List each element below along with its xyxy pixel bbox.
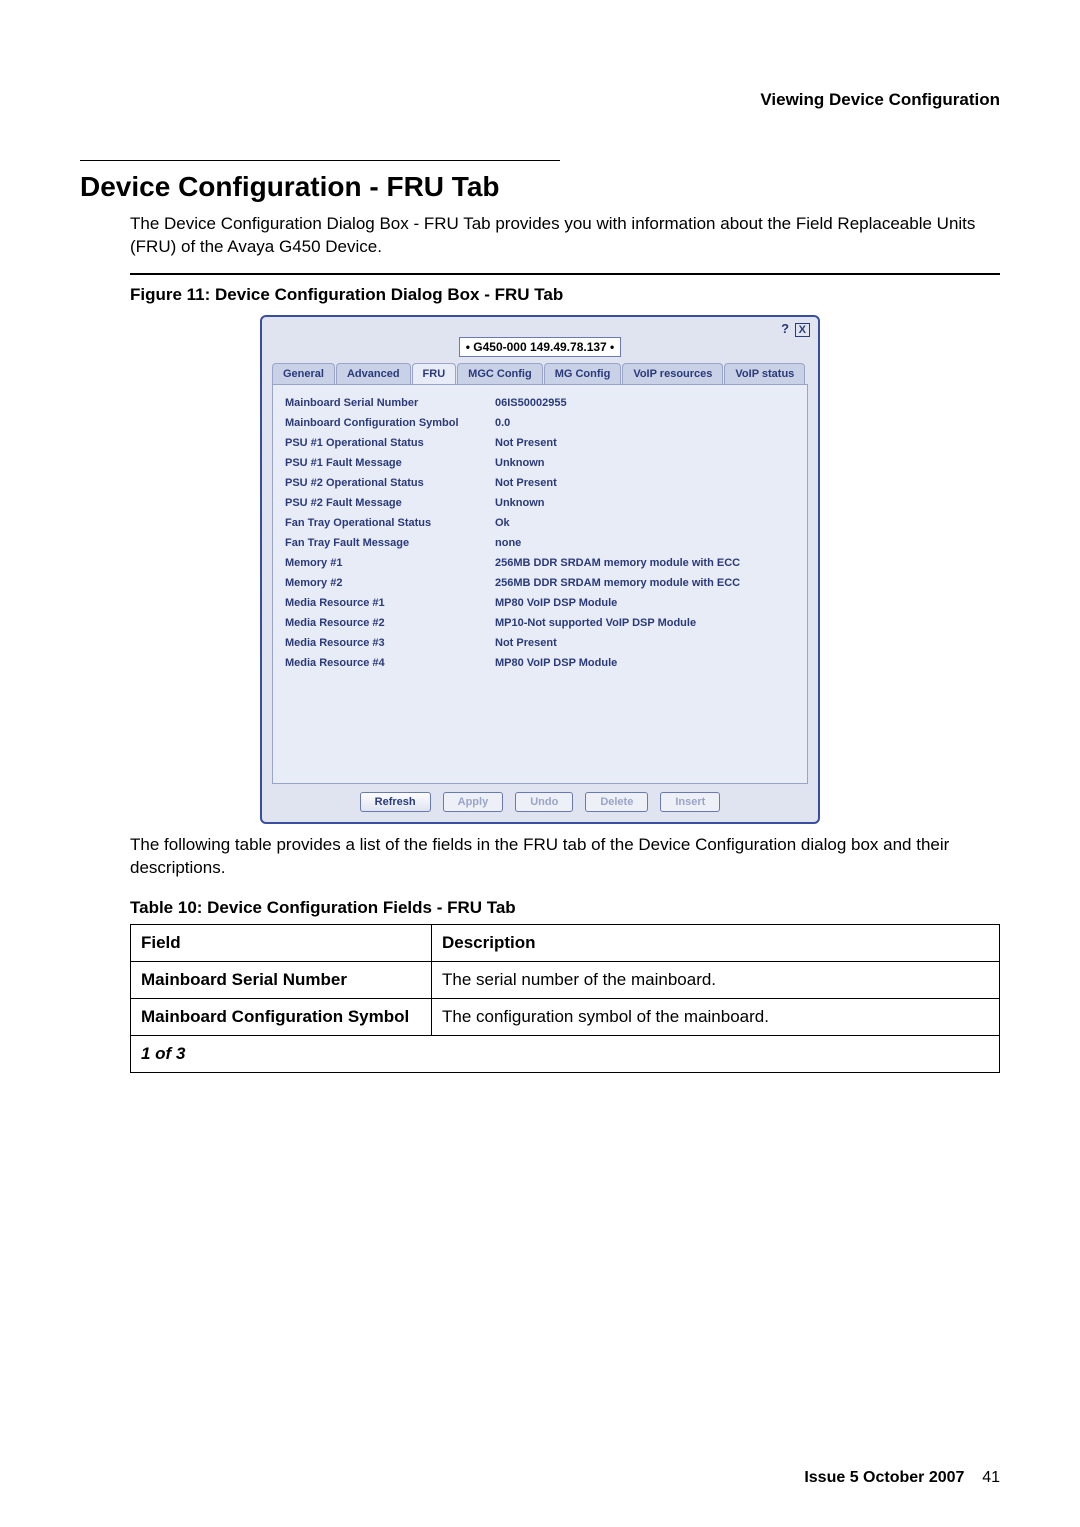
tab-mgc-config[interactable]: MGC Config [457,363,543,384]
footer-issue: Issue 5 October 2007 [804,1469,964,1486]
field-row: Memory #2256MB DDR SRDAM memory module w… [285,573,795,593]
dialog-screenshot: ? X • G450-000 149.49.78.137 • General A… [260,315,820,824]
cell-field: Mainboard Serial Number [131,961,432,998]
dialog-window: ? X • G450-000 149.49.78.137 • General A… [260,315,820,824]
field-row: PSU #1 Fault MessageUnknown [285,453,795,473]
apply-button[interactable]: Apply [443,792,504,812]
intro-paragraph: The Device Configuration Dialog Box - FR… [130,213,1000,259]
table-caption: Table 10: Device Configuration Fields - … [130,898,1000,918]
field-row: Fan Tray Fault Messagenone [285,533,795,553]
undo-button[interactable]: Undo [515,792,573,812]
rule-top [80,160,560,161]
tab-panel: Mainboard Serial Number06IS50002955 Main… [272,385,808,784]
tab-general[interactable]: General [272,363,335,384]
field-label: Media Resource #3 [285,637,495,649]
field-value: 0.0 [495,417,795,429]
insert-button[interactable]: Insert [660,792,720,812]
table-row: Mainboard Configuration Symbol The confi… [131,998,1000,1035]
fields-table: Field Description Mainboard Serial Numbe… [130,924,1000,1073]
field-row: Fan Tray Operational StatusOk [285,513,795,533]
field-value: 06IS50002955 [495,397,795,409]
table-row: Mainboard Serial Number The serial numbe… [131,961,1000,998]
after-figure-paragraph: The following table provides a list of t… [130,834,1000,880]
field-row: Mainboard Serial Number06IS50002955 [285,393,795,413]
field-label: Fan Tray Operational Status [285,517,495,529]
field-row: Media Resource #3Not Present [285,633,795,653]
cell-description: The serial number of the mainboard. [432,961,1000,998]
field-value: Ok [495,517,795,529]
refresh-button[interactable]: Refresh [360,792,431,812]
field-label: Memory #2 [285,577,495,589]
cell-description: The configuration symbol of the mainboar… [432,998,1000,1035]
help-icon[interactable]: ? [781,321,789,336]
field-row: Memory #1256MB DDR SRDAM memory module w… [285,553,795,573]
tab-mg-config[interactable]: MG Config [544,363,622,384]
close-icon[interactable]: X [795,323,810,337]
field-value: 256MB DDR SRDAM memory module with ECC [495,577,795,589]
table-header-row: Field Description [131,924,1000,961]
field-row: Media Resource #2MP10-Not supported VoIP… [285,613,795,633]
field-label: Media Resource #4 [285,657,495,669]
field-label: Mainboard Configuration Symbol [285,417,495,429]
field-value: Not Present [495,437,795,449]
field-label: PSU #1 Fault Message [285,457,495,469]
figure-caption: Figure 11: Device Configuration Dialog B… [130,285,1000,305]
field-value: Not Present [495,637,795,649]
field-value: MP10-Not supported VoIP DSP Module [495,617,795,629]
field-value: none [495,537,795,549]
dialog-title: • G450-000 149.49.78.137 • [459,337,622,357]
field-value: Unknown [495,497,795,509]
running-head: Viewing Device Configuration [760,90,1000,110]
tab-advanced[interactable]: Advanced [336,363,411,384]
th-description: Description [432,924,1000,961]
field-value: 256MB DDR SRDAM memory module with ECC [495,557,795,569]
tab-voip-status[interactable]: VoIP status [724,363,805,384]
field-row: PSU #2 Operational StatusNot Present [285,473,795,493]
field-label: PSU #2 Fault Message [285,497,495,509]
field-row: PSU #1 Operational StatusNot Present [285,433,795,453]
field-value: Unknown [495,457,795,469]
page-footer: Issue 5 October 2007 41 [804,1469,1000,1487]
tab-fru[interactable]: FRU [412,363,457,384]
field-value: Not Present [495,477,795,489]
th-field: Field [131,924,432,961]
section-title: Device Configuration - FRU Tab [80,171,1000,203]
field-label: PSU #2 Operational Status [285,477,495,489]
window-controls: ? X [781,321,810,337]
table-pager-row: 1 of 3 [131,1035,1000,1072]
footer-page-number: 41 [982,1469,1000,1486]
rule-above-figure [130,273,1000,275]
field-row: Media Resource #4MP80 VoIP DSP Module [285,653,795,673]
field-label: Mainboard Serial Number [285,397,495,409]
field-label: Memory #1 [285,557,495,569]
field-row: Mainboard Configuration Symbol0.0 [285,413,795,433]
field-value: MP80 VoIP DSP Module [495,597,795,609]
field-label: PSU #1 Operational Status [285,437,495,449]
delete-button[interactable]: Delete [585,792,648,812]
field-row: Media Resource #1MP80 VoIP DSP Module [285,593,795,613]
tab-bar: General Advanced FRU MGC Config MG Confi… [272,363,808,385]
table-pager: 1 of 3 [131,1035,1000,1072]
field-label: Media Resource #1 [285,597,495,609]
field-label: Fan Tray Fault Message [285,537,495,549]
tab-voip-resources[interactable]: VoIP resources [622,363,723,384]
cell-field: Mainboard Configuration Symbol [131,998,432,1035]
button-row: Refresh Apply Undo Delete Insert [268,792,812,812]
field-row: PSU #2 Fault MessageUnknown [285,493,795,513]
field-label: Media Resource #2 [285,617,495,629]
field-value: MP80 VoIP DSP Module [495,657,795,669]
